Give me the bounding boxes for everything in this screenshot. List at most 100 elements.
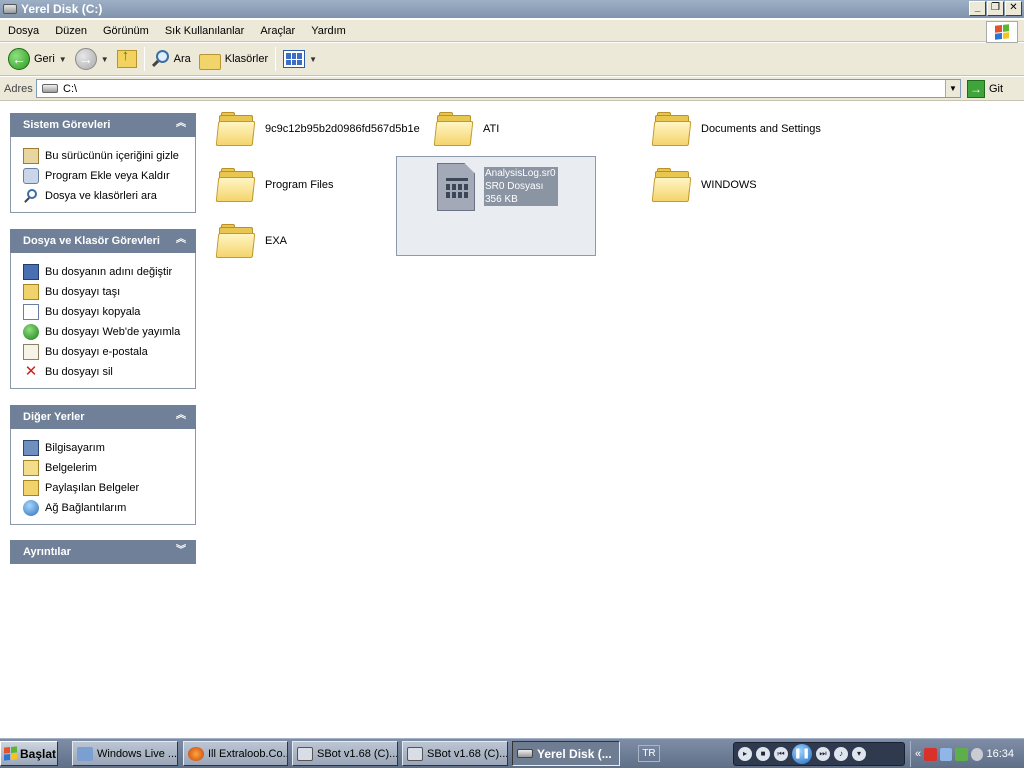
add-remove-programs-link[interactable]: Program Ekle veya Kaldır [23,166,195,186]
folder-name: ATI [483,123,500,135]
folder-name: 9c9c12b95b2d0986fd567d5b1e [265,123,420,135]
media-menu-icon[interactable]: ▾ [852,747,866,761]
address-value: C:\ [63,82,78,95]
delete-file-link[interactable]: ✕ Bu dosyayı sil [23,362,195,382]
email-file-link[interactable]: Bu dosyayı e-postala [23,342,195,362]
menu-file[interactable]: Dosya [8,25,39,37]
minimize-button[interactable]: _ [969,1,986,16]
documents-icon [23,460,39,476]
clock[interactable]: 16:34 [986,748,1014,760]
expand-icon[interactable]: ︾ [174,545,188,559]
folder-item[interactable]: Documents and Settings [651,112,821,146]
previous-icon[interactable]: ⏮ [774,747,788,761]
folders-icon [198,51,221,70]
taskbar-button-yerel-disk[interactable]: Yerel Disk (... [512,741,620,766]
shared-folder-icon [23,480,39,496]
network-icon[interactable] [939,747,953,761]
pane-title: Diğer Yerler [23,411,85,423]
system-tasks-pane: Sistem Görevleri ︽ Bu sürücünün içeriğin… [10,113,196,213]
collapse-icon[interactable]: ︽ [174,118,188,132]
hide-drive-contents-link[interactable]: Bu sürücünün içeriğini gizle [23,146,195,166]
details-header[interactable]: Ayrıntılar ︾ [10,540,196,564]
rename-file-link[interactable]: Bu dosyanın adını değiştir [23,262,195,282]
folder-icon [215,168,256,202]
tray-expand-icon[interactable]: « [915,748,921,760]
network-connections-link[interactable]: Ağ Bağlantılarım [23,498,195,518]
system-tasks-header[interactable]: Sistem Görevleri ︽ [10,113,196,137]
file-folder-tasks-header[interactable]: Dosya ve Klasör Görevleri ︽ [10,229,196,253]
volume-icon[interactable]: ♪ [834,747,848,761]
file-icon [437,163,475,211]
address-dropdown-icon[interactable]: ▼ [945,80,960,97]
menu-help[interactable]: Yardım [311,25,346,37]
hide-contents-icon [23,148,39,164]
forward-dropdown-icon[interactable]: ▼ [101,55,109,64]
stop-icon[interactable]: ■ [756,747,770,761]
taskbar-button-sbot-1[interactable]: SBot v1.68 (C)... [292,741,398,766]
windows-logo-icon [4,746,17,761]
views-button[interactable]: ▼ [279,45,321,73]
folder-item[interactable]: EXA [215,224,288,258]
go-button[interactable]: → Git [967,78,1003,99]
selected-file-item[interactable]: AnalysisLog.sr0 SR0 Dosyası 356 KB [396,156,596,256]
move-icon [23,284,39,300]
address-input[interactable]: C:\ ▼ [36,79,961,98]
menu-favorites[interactable]: Sık Kullanılanlar [165,25,245,37]
file-folder-tasks-pane: Dosya ve Klasör Görevleri ︽ Bu dosyanın … [10,229,196,389]
taskbar-button-windows-live[interactable]: Windows Live ... [72,741,178,766]
folder-item[interactable]: Program Files [215,168,334,202]
folder-item[interactable]: WINDOWS [651,168,757,202]
start-label: Başlat [20,746,57,761]
folder-item[interactable]: ATI [433,112,500,146]
selected-file-info: AnalysisLog.sr0 SR0 Dosyası 356 KB [484,167,558,206]
views-dropdown-icon[interactable]: ▼ [309,55,317,64]
folder-item[interactable]: 9c9c12b95b2d0986fd567d5b1e [215,112,420,146]
search-button[interactable]: Ara [148,45,195,73]
add-remove-programs-icon [23,168,39,184]
maximize-button[interactable]: ❐ [987,1,1004,16]
back-button[interactable]: ← Geri ▼ [4,45,71,73]
folder-name: EXA [265,235,288,247]
file-size: 356 KB [485,194,518,205]
network-icon [23,500,39,516]
other-places-header[interactable]: Diğer Yerler ︽ [10,405,196,429]
start-button[interactable]: Başlat [0,741,58,766]
drive-icon [517,749,533,758]
forward-button[interactable]: → ▼ [71,45,113,73]
back-dropdown-icon[interactable]: ▼ [59,55,67,64]
folders-button[interactable]: Klasörler [195,45,272,73]
folder-name: WINDOWS [701,179,757,191]
media-restore-icon[interactable]: ▸ [738,747,752,761]
taskbar-button-firefox[interactable]: Ill Extraloob.Co... [183,741,288,766]
drive-icon [3,4,17,14]
folder-icon [651,112,692,146]
up-button[interactable] [113,45,141,73]
language-indicator[interactable]: TR [638,745,660,762]
collapse-icon[interactable]: ︽ [174,234,188,248]
close-button[interactable]: ✕ [1005,1,1022,16]
folder-name: Program Files [265,179,334,191]
next-icon[interactable]: ⏭ [816,747,830,761]
move-file-link[interactable]: Bu dosyayı taşı [23,282,195,302]
collapse-icon[interactable]: ︽ [174,410,188,424]
search-label: Ara [173,53,191,65]
shared-documents-link[interactable]: Paylaşılan Belgeler [23,478,195,498]
security-alert-icon[interactable] [924,747,937,761]
my-documents-link[interactable]: Belgelerim [23,458,195,478]
messenger-tray-icon[interactable] [955,747,968,761]
my-computer-link[interactable]: Bilgisayarım [23,438,195,458]
taskbar-button-sbot-2[interactable]: SBot v1.68 (C)... [402,741,508,766]
views-icon [283,50,306,68]
pause-icon[interactable]: ❚❚ [792,744,812,764]
menu-tools[interactable]: Araçlar [260,25,295,37]
copy-file-link[interactable]: Bu dosyayı kopyala [23,302,195,322]
folder-name: Documents and Settings [701,123,821,135]
pane-title: Dosya ve Klasör Görevleri [23,235,160,247]
menu-view[interactable]: Görünüm [103,25,149,37]
publish-web-link[interactable]: Bu dosyayı Web'de yayımla [23,322,195,342]
drive-icon [42,84,58,93]
search-files-link[interactable]: Dosya ve klasörleri ara [23,186,195,206]
menu-edit[interactable]: Düzen [55,25,87,37]
update-icon[interactable] [970,747,984,761]
email-icon [23,344,39,360]
